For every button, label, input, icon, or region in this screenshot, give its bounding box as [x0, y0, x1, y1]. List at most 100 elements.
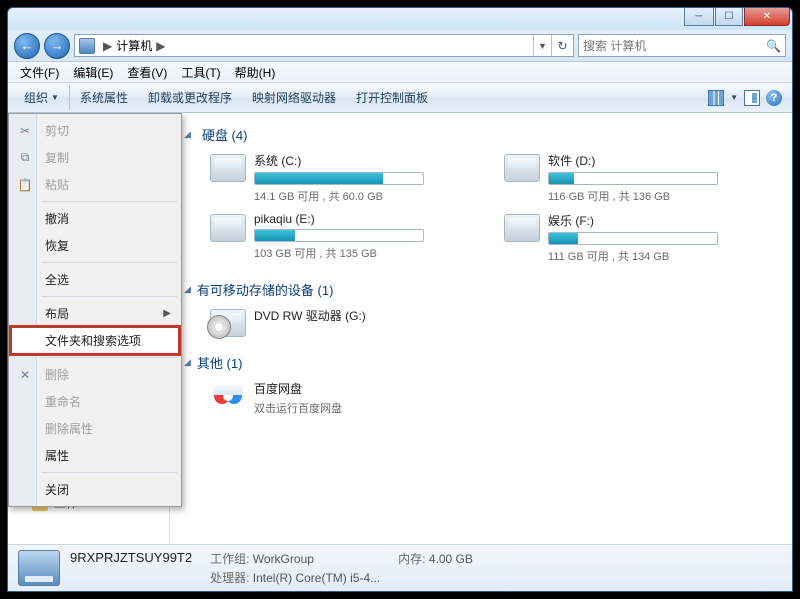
chevron-down-icon: ▼ — [51, 93, 59, 102]
content-pane: ◢硬硬盘 (4) 系统 (C:) 14.1 GB 可用 , 共 60.0 GB … — [170, 113, 792, 544]
drive-stats: 103 GB 可用 , 共 135 GB — [254, 245, 484, 261]
address-dropdown[interactable]: ▼ — [533, 35, 551, 56]
workgroup-value: WorkGroup — [253, 552, 314, 566]
chevron-down-icon[interactable]: ▼ — [730, 93, 738, 102]
cut-icon: ✂ — [17, 123, 33, 139]
toolbar: 组织▼ 系统属性 卸载或更改程序 映射网络驱动器 打开控制面板 ▼ ? — [8, 83, 792, 113]
menu-edit[interactable]: 编辑(E) — [67, 62, 119, 83]
computer-icon — [79, 38, 95, 54]
breadcrumb-computer[interactable]: 计算机 — [116, 37, 152, 54]
section-removable[interactable]: ◢有可移动存储的设备 (1) — [184, 276, 778, 303]
close-button[interactable]: ✕ — [744, 8, 790, 26]
memory-label: 内存: — [398, 552, 425, 566]
search-input[interactable]: 搜索 计算机 🔍 — [578, 34, 786, 57]
collapse-icon: ◢ — [184, 129, 191, 140]
preview-pane-button[interactable] — [744, 90, 760, 106]
help-button[interactable]: ? — [766, 90, 782, 106]
drive-sub: 双击运行百度网盘 — [254, 400, 484, 416]
address-bar[interactable]: ▶ 计算机 ▶ ▼ ↻ — [74, 34, 574, 57]
maximize-button[interactable]: ☐ — [715, 8, 743, 26]
tb-map-drive[interactable]: 映射网络驱动器 — [242, 85, 346, 110]
drive-d[interactable]: 软件 (D:) 116 GB 可用 , 共 136 GB — [504, 152, 778, 204]
titlebar: ─ ☐ ✕ — [8, 8, 792, 30]
usage-bar — [254, 229, 424, 242]
menu-tools[interactable]: 工具(T) — [175, 62, 226, 83]
memory-value: 4.00 GB — [429, 552, 473, 566]
cpu-value: Intel(R) Core(TM) i5-4... — [253, 571, 380, 585]
drive-baidu[interactable]: 百度网盘 双击运行百度网盘 — [210, 380, 484, 416]
breadcrumb-sep[interactable]: ▶ — [156, 39, 165, 53]
copy-icon: ⧉ — [17, 150, 33, 166]
menu-separator — [41, 472, 177, 473]
computer-name: 9RXPRJZTSUY99T2 — [70, 550, 192, 567]
delete-icon: ✕ — [17, 367, 33, 383]
menu-help[interactable]: 帮助(H) — [229, 62, 282, 83]
tb-system-properties[interactable]: 系统属性 — [70, 85, 138, 110]
menu-folder-options[interactable]: 文件夹和搜索选项 — [11, 327, 179, 354]
menu-file[interactable]: 文件(F) — [14, 62, 65, 83]
submenu-arrow-icon: ▶ — [163, 308, 171, 319]
collapse-icon: ◢ — [184, 284, 191, 295]
menu-redo[interactable]: 恢复 — [11, 232, 179, 259]
drive-f[interactable]: 娱乐 (F:) 111 GB 可用 , 共 134 GB — [504, 212, 778, 264]
hdd-icon — [210, 154, 246, 182]
drive-label: 软件 (D:) — [548, 152, 778, 169]
search-placeholder: 搜索 计算机 — [583, 37, 646, 54]
refresh-button[interactable]: ↻ — [551, 35, 573, 56]
menu-undo[interactable]: 撤消 — [11, 205, 179, 232]
cpu-label: 处理器: — [210, 571, 249, 585]
breadcrumb-sep[interactable]: ▶ — [103, 39, 112, 53]
usage-bar — [548, 172, 718, 185]
details-pane: 9RXPRJZTSUY99T2 工作组: WorkGroup 内存: 4.00 … — [8, 544, 792, 591]
forward-button[interactable]: → — [44, 33, 70, 59]
menu-properties[interactable]: 属性 — [11, 442, 179, 469]
menu-remove-props[interactable]: 删除属性 — [11, 415, 179, 442]
menu-copy[interactable]: ⧉复制 — [11, 144, 179, 171]
organize-menu: ✂剪切 ⧉复制 📋粘贴 撤消 恢复 全选 布局▶ 文件夹和搜索选项 ✕删除 重命… — [8, 113, 182, 507]
drive-e[interactable]: pikaqiu (E:) 103 GB 可用 , 共 135 GB — [210, 212, 484, 264]
menu-cut[interactable]: ✂剪切 — [11, 117, 179, 144]
search-icon: 🔍 — [766, 39, 781, 53]
dvd-icon — [210, 309, 246, 337]
section-hdd[interactable]: ◢硬硬盘 (4) — [184, 121, 778, 148]
body: 计算机 网络 控制面板 回收站 工作 ◢硬硬盘 (4) 系统 (C:) 14.1… — [8, 113, 792, 544]
drive-label: 系统 (C:) — [254, 152, 484, 169]
hdd-icon — [210, 214, 246, 242]
workgroup-label: 工作组: — [210, 552, 249, 566]
drive-stats: 14.1 GB 可用 , 共 60.0 GB — [254, 188, 484, 204]
menu-paste[interactable]: 📋粘贴 — [11, 171, 179, 198]
drive-label: 娱乐 (F:) — [548, 212, 778, 229]
menu-layout[interactable]: 布局▶ — [11, 300, 179, 327]
tb-control-panel[interactable]: 打开控制面板 — [346, 85, 438, 110]
drive-stats: 111 GB 可用 , 共 134 GB — [548, 248, 778, 264]
menu-separator — [41, 201, 177, 202]
explorer-window: ─ ☐ ✕ ← → ▶ 计算机 ▶ ▼ ↻ 搜索 计算机 🔍 文件(F) 编辑(… — [7, 7, 793, 592]
usage-bar — [548, 232, 718, 245]
section-other[interactable]: ◢其他 (1) — [184, 349, 778, 376]
drive-c[interactable]: 系统 (C:) 14.1 GB 可用 , 共 60.0 GB — [210, 152, 484, 204]
menu-delete[interactable]: ✕删除 — [11, 361, 179, 388]
menu-separator — [41, 296, 177, 297]
menu-close[interactable]: 关闭 — [11, 476, 179, 503]
hdd-icon — [504, 214, 540, 242]
computer-large-icon — [18, 550, 60, 586]
menubar: 文件(F) 编辑(E) 查看(V) 工具(T) 帮助(H) — [8, 62, 792, 83]
drive-stats: 116 GB 可用 , 共 136 GB — [548, 188, 778, 204]
collapse-icon: ◢ — [184, 357, 191, 368]
minimize-button[interactable]: ─ — [684, 8, 714, 26]
drive-label: DVD RW 驱动器 (G:) — [254, 307, 484, 324]
menu-view[interactable]: 查看(V) — [121, 62, 173, 83]
nav-row: ← → ▶ 计算机 ▶ ▼ ↻ 搜索 计算机 🔍 — [8, 30, 792, 62]
paste-icon: 📋 — [17, 177, 33, 193]
drive-g[interactable]: DVD RW 驱动器 (G:) — [210, 307, 484, 337]
back-button[interactable]: ← — [14, 33, 40, 59]
view-mode-button[interactable] — [708, 90, 724, 106]
menu-rename[interactable]: 重命名 — [11, 388, 179, 415]
drive-label: 百度网盘 — [254, 380, 484, 397]
organize-button[interactable]: 组织▼ — [14, 85, 70, 110]
menu-separator — [41, 262, 177, 263]
usage-bar — [254, 172, 424, 185]
hdd-icon — [504, 154, 540, 182]
tb-uninstall[interactable]: 卸载或更改程序 — [138, 85, 242, 110]
menu-select-all[interactable]: 全选 — [11, 266, 179, 293]
